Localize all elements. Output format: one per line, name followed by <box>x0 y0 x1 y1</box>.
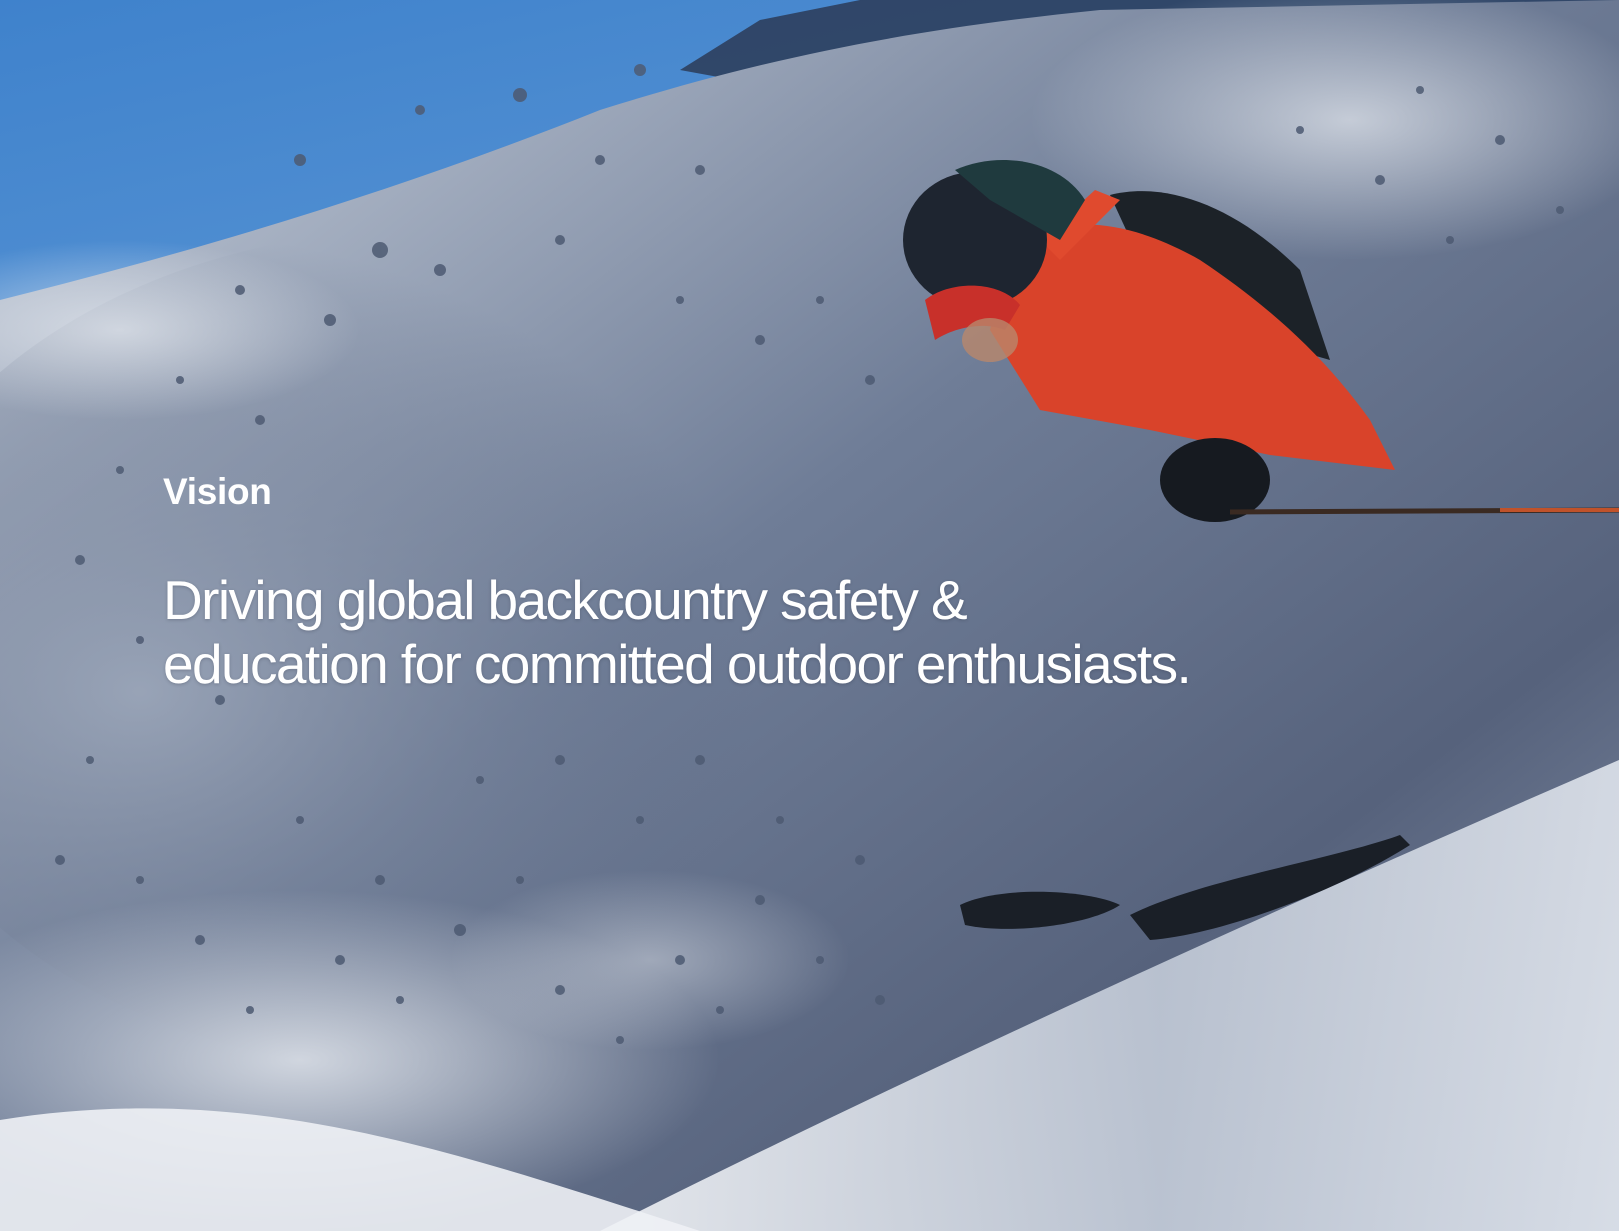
vision-copy: Vision Driving global backcountry safety… <box>163 470 1263 696</box>
vision-hero: Vision Driving global backcountry safety… <box>0 0 1619 1231</box>
vision-headline: Driving global backcountry safety & educ… <box>163 569 1192 695</box>
section-label: Vision <box>163 471 272 512</box>
